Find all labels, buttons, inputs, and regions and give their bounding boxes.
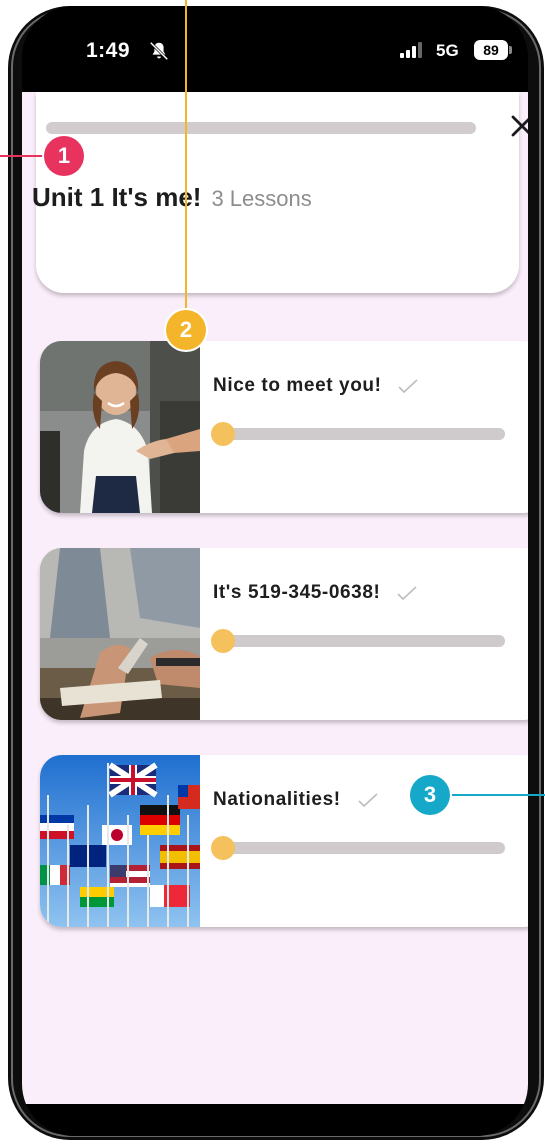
- lesson-image-writing: [40, 548, 200, 720]
- phone-frame: 1:49 5G 89 Nice to meet you! It's 519-34…: [8, 6, 544, 1140]
- lesson-card-nice-to-meet-you[interactable]: Nice to meet you!: [40, 341, 528, 513]
- lesson-title-text: Nice to meet you!: [213, 375, 382, 396]
- lesson-title-text: Nationalities!: [213, 789, 341, 810]
- lesson-card-phone-number[interactable]: It's 519-345-0638!: [40, 548, 528, 720]
- callout-1: 1: [44, 136, 84, 176]
- lesson-title: It's 519-345-0638!: [213, 582, 418, 604]
- bell-slash-icon: [149, 41, 169, 61]
- lesson-progress-bar: [211, 836, 505, 860]
- lesson-image-handshake: [40, 341, 200, 513]
- network-label: 5G: [436, 41, 459, 60]
- battery-tip: [509, 46, 512, 54]
- lesson-progress-bar: [211, 629, 505, 653]
- unit-title: Unit 1 It's me! 3 Lessons: [32, 182, 312, 213]
- lesson-image-flags: [40, 755, 200, 927]
- check-icon: [397, 586, 417, 601]
- home-indicator-area: [22, 1104, 528, 1136]
- lesson-progress-knob: [211, 836, 235, 860]
- lesson-title-text: It's 519-345-0638!: [213, 582, 381, 603]
- lesson-progress-knob: [211, 629, 235, 653]
- lesson-progress-knob: [211, 422, 235, 446]
- lesson-count: 3 Lessons: [211, 186, 312, 211]
- lesson-title: Nice to meet you!: [213, 375, 419, 397]
- check-icon: [398, 379, 419, 394]
- lesson-card-nationalities[interactable]: Nationalities!: [40, 755, 528, 927]
- check-icon: [358, 793, 378, 808]
- battery-icon: 89: [474, 40, 508, 60]
- callout-2: 2: [166, 310, 206, 350]
- phone-screen: 1:49 5G 89 Nice to meet you! It's 519-34…: [22, 6, 528, 1136]
- close-button[interactable]: [504, 106, 528, 146]
- status-time: 1:49: [86, 39, 131, 62]
- callout-3: 3: [410, 775, 450, 815]
- signal-icon: [400, 42, 428, 58]
- unit-progress-bar: [46, 122, 476, 134]
- lesson-progress-bar: [211, 422, 505, 446]
- unit-title-text: Unit 1 It's me!: [32, 182, 202, 212]
- status-bar: 1:49 5G 89: [22, 6, 528, 92]
- app-content: Nice to meet you! It's 519-345-0638! Nat…: [22, 92, 528, 1104]
- lesson-title: Nationalities!: [213, 789, 379, 811]
- close-icon: [511, 115, 528, 137]
